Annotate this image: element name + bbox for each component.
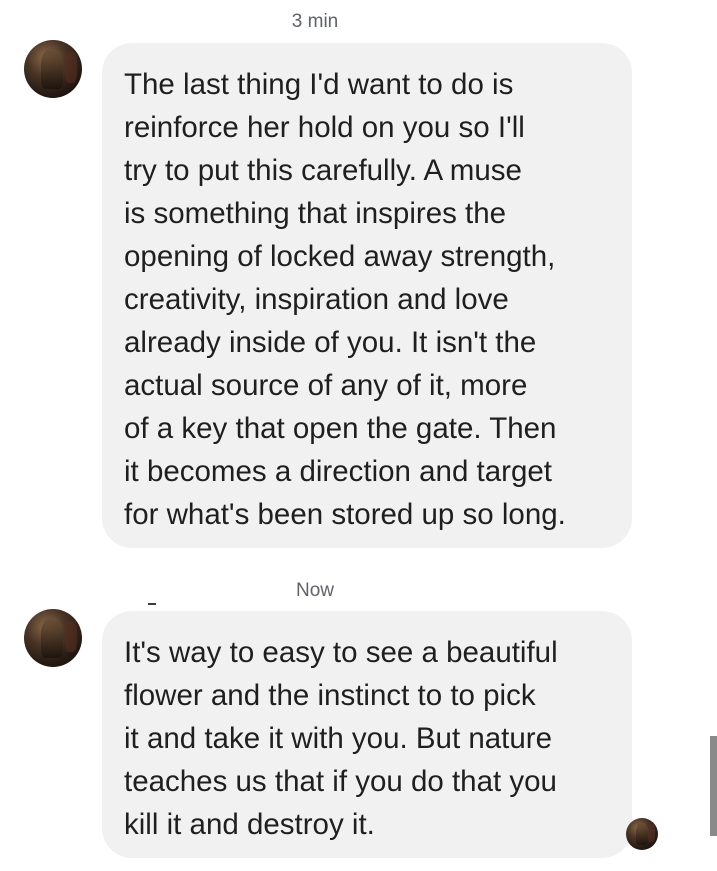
- message-timestamp: Now: [295, 580, 334, 601]
- contact-avatar[interactable]: [24, 40, 82, 98]
- message-timestamp: 3 min: [291, 11, 339, 32]
- typing-dash: [148, 603, 156, 605]
- scrollbar[interactable]: [710, 736, 717, 836]
- contact-avatar[interactable]: [24, 609, 82, 667]
- message-bubble[interactable]: It's way to easy to see a beautiful flow…: [102, 611, 632, 858]
- message-bubble[interactable]: The last thing I'd want to do is reinfor…: [102, 43, 632, 548]
- read-receipt-avatar: [626, 818, 658, 850]
